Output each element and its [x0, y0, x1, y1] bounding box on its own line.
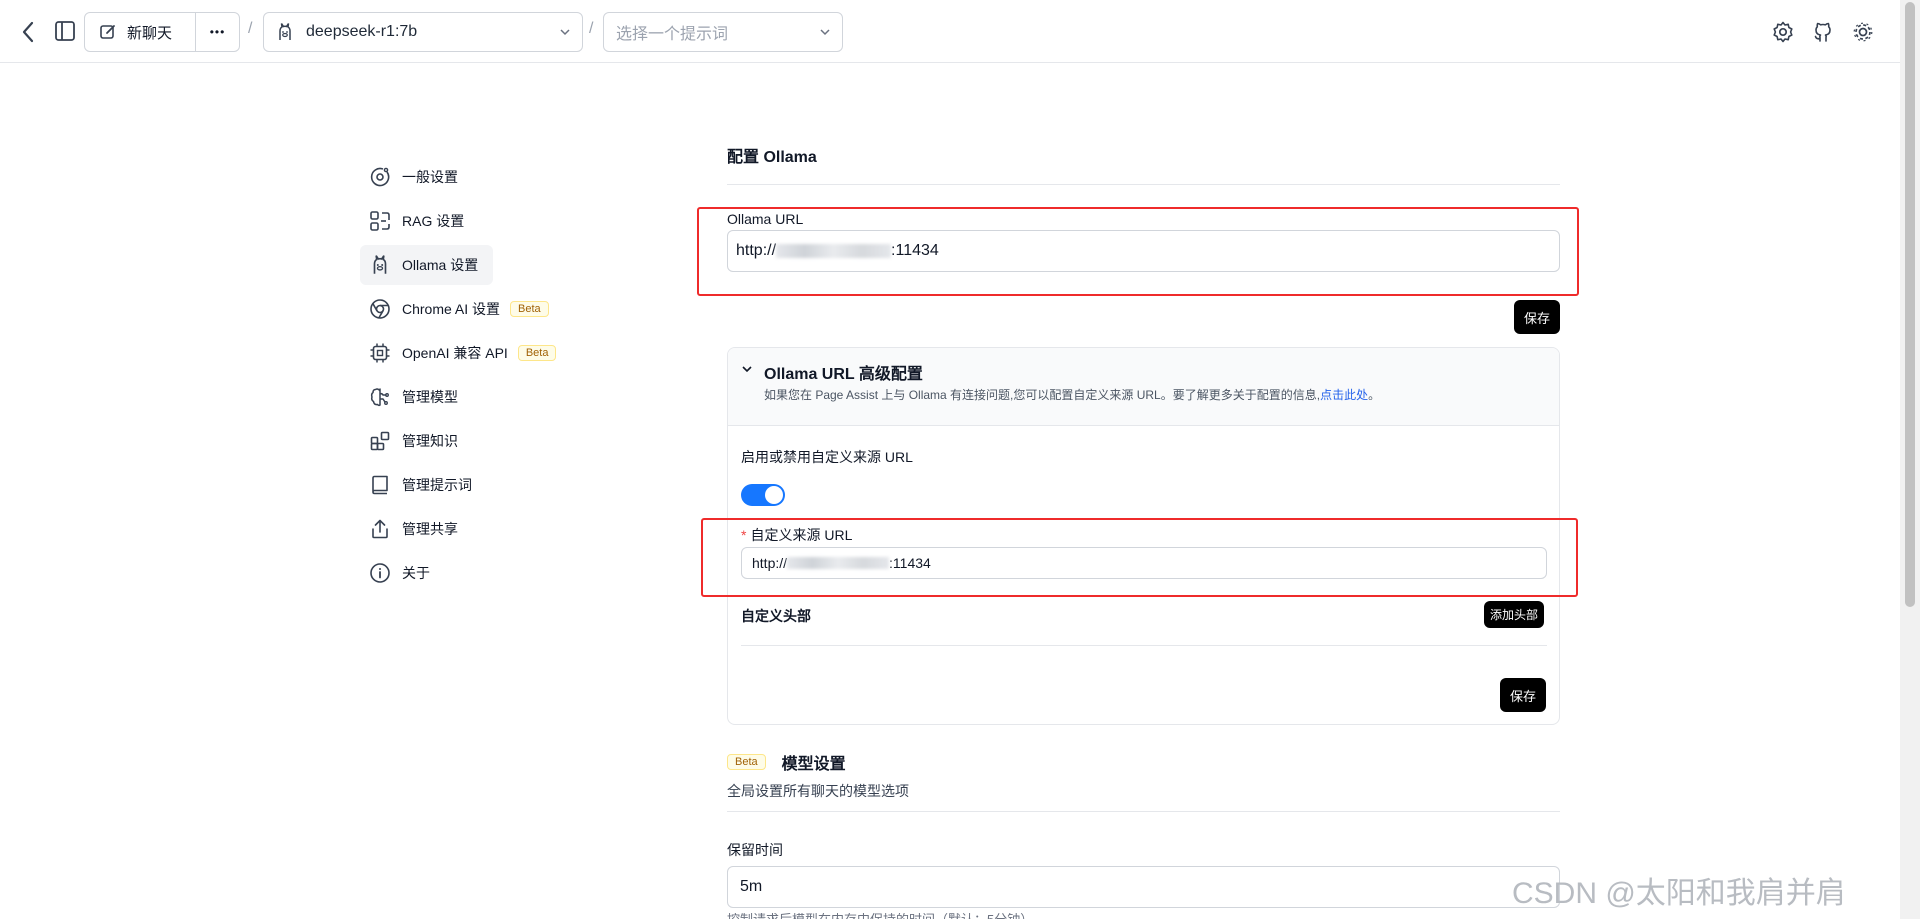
edit-icon: [99, 23, 117, 41]
required-mark: *: [741, 527, 747, 543]
cpu-icon: [368, 341, 392, 365]
custom-origin-label-text: 自定义来源 URL: [750, 527, 853, 543]
sidebar-item-label: 一般设置: [402, 169, 458, 185]
divider: [727, 811, 1560, 812]
description-end: 。: [1368, 388, 1381, 402]
llama-icon: [368, 253, 392, 277]
header-separator: /: [248, 20, 253, 37]
advanced-config-description: 如果您在 Page Assist 上与 Ollama 有连接问题,您可以配置自定…: [764, 386, 1380, 403]
github-icon[interactable]: [1810, 19, 1836, 45]
ollama-url-prefix: http://: [736, 242, 777, 259]
model-select[interactable]: deepseek-r1:7b: [263, 12, 583, 52]
header-separator: /: [589, 20, 594, 37]
sidebar-toggle-icon[interactable]: [52, 18, 78, 44]
advanced-config-title: Ollama URL 高级配置: [764, 366, 923, 383]
description-text: 如果您在 Page Assist 上与 Ollama 有连接问题,您可以配置自定…: [764, 388, 1321, 402]
brain-icon: [368, 385, 392, 409]
chat-actions-group: 新聊天 •••: [84, 12, 240, 52]
gear-icon[interactable]: [1850, 19, 1876, 45]
save-button[interactable]: 保存: [1514, 300, 1560, 334]
sidebar-item-label: Ollama 设置: [402, 257, 479, 273]
sidebar-item-manage-prompts[interactable]: 管理提示词: [360, 465, 570, 505]
sidebar-item-label: RAG 设置: [402, 213, 465, 229]
advanced-config-header[interactable]: Ollama URL 高级配置 如果您在 Page Assist 上与 Olla…: [728, 348, 1559, 426]
page-scrollbar[interactable]: [1900, 0, 1920, 919]
chevron-down-icon: [818, 25, 832, 44]
llama-icon: [276, 22, 294, 42]
info-icon: [368, 561, 392, 585]
prompt-select-placeholder: 选择一个提示词: [616, 26, 729, 43]
model-settings-header: Beta 模型设置: [727, 750, 846, 774]
sidebar-item-label: 管理知识: [402, 433, 458, 449]
sidebar-item-ollama[interactable]: Ollama 设置: [360, 245, 493, 285]
page-title: 配置 Ollama: [727, 147, 1560, 185]
ollama-settings-panel: 配置 Ollama Ollama URL http:// :11434 保存 O…: [697, 147, 1579, 919]
orbit-icon: [368, 165, 392, 189]
sidebar-item-openai-api[interactable]: OpenAI 兼容 API Beta: [360, 333, 570, 373]
keep-alive-input[interactable]: 5m: [727, 866, 1560, 908]
sidebar-item-label: Chrome AI 设置: [402, 301, 501, 317]
new-chat-label: 新聊天: [127, 24, 173, 42]
custom-headers-label: 自定义头部: [741, 608, 811, 624]
more-options-button[interactable]: •••: [195, 13, 239, 51]
beta-badge: Beta: [727, 754, 766, 770]
beta-badge: Beta: [510, 301, 549, 317]
top-bar: 新聊天 ••• / deepseek-r1:7b / 选择一个提示词: [0, 0, 1900, 63]
watermark: CSDN @太阳和我肩并肩: [1512, 877, 1846, 910]
custom-origin-suffix: :11434: [889, 555, 931, 571]
combine-icon: [368, 209, 392, 233]
custom-origin-url-input[interactable]: http:// :11434: [741, 547, 1547, 579]
model-select-value: deepseek-r1:7b: [306, 23, 418, 40]
custom-origin-toggle[interactable]: [741, 484, 785, 506]
sidebar-item-label: 管理模型: [402, 389, 458, 405]
custom-origin-prefix: http://: [752, 555, 788, 571]
settings-icon[interactable]: [1770, 19, 1796, 45]
model-settings-title: 模型设置: [781, 756, 846, 773]
beta-badge: Beta: [517, 345, 557, 361]
settings-sidebar: 一般设置 RAG 设置 Ollama 设置 Chrome AI 设置 Beta …: [360, 157, 570, 597]
save-button[interactable]: 保存: [1500, 678, 1546, 712]
prompt-select[interactable]: 选择一个提示词: [603, 12, 843, 52]
custom-origin-toggle-label: 启用或禁用自定义来源 URL: [741, 449, 913, 465]
sidebar-item-manage-sharing[interactable]: 管理共享: [360, 509, 570, 549]
book-icon: [368, 473, 392, 497]
keep-alive-hint: 控制请求后模型在内存中保持的时间（默认：5分钟）: [727, 913, 1033, 919]
advanced-config-card: Ollama URL 高级配置 如果您在 Page Assist 上与 Olla…: [727, 347, 1560, 725]
sidebar-item-about[interactable]: 关于: [360, 553, 570, 593]
share-icon: [368, 517, 392, 541]
chevron-down-icon[interactable]: [740, 362, 754, 376]
chrome-icon: [368, 297, 392, 321]
blocks-icon: [368, 429, 392, 453]
sidebar-item-label: 管理共享: [402, 521, 458, 537]
toggle-knob: [765, 486, 783, 504]
keep-alive-label: 保留时间: [727, 842, 783, 858]
ollama-url-label: Ollama URL: [727, 211, 804, 227]
new-chat-button[interactable]: 新聊天: [85, 13, 195, 51]
sidebar-item-label: 关于: [402, 565, 430, 581]
model-settings-description: 全局设置所有聊天的模型选项: [727, 783, 909, 799]
chevron-down-icon: [558, 25, 572, 44]
sidebar-item-rag[interactable]: RAG 设置: [360, 201, 570, 241]
ollama-url-input[interactable]: http:// :11434: [727, 230, 1560, 272]
learn-more-link[interactable]: 点击此处: [1320, 388, 1368, 402]
redacted-host: [787, 557, 890, 569]
sidebar-item-manage-knowledge[interactable]: 管理知识: [360, 421, 570, 461]
back-icon[interactable]: [16, 18, 40, 46]
sidebar-item-manage-models[interactable]: 管理模型: [360, 377, 570, 417]
keep-alive-value: 5m: [740, 878, 763, 895]
add-header-button[interactable]: 添加头部: [1484, 601, 1544, 628]
redacted-host: [776, 244, 892, 258]
scrollbar-thumb[interactable]: [1905, 2, 1915, 607]
divider: [741, 645, 1547, 646]
sidebar-item-label: 管理提示词: [402, 477, 472, 493]
sidebar-item-general[interactable]: 一般设置: [360, 157, 570, 197]
more-icon: •••: [209, 25, 226, 39]
ollama-url-suffix: :11434: [891, 242, 939, 259]
sidebar-item-label: OpenAI 兼容 API: [402, 345, 508, 361]
custom-origin-url-label: * 自定义来源 URL: [741, 525, 852, 545]
sidebar-item-chrome-ai[interactable]: Chrome AI 设置 Beta: [360, 289, 570, 329]
